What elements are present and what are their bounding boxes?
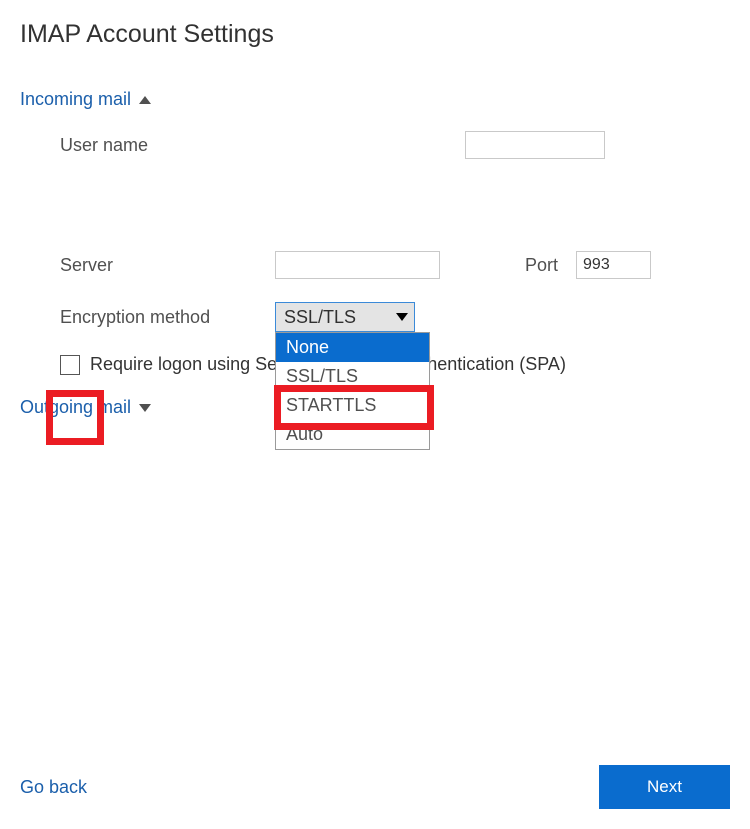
encryption-option-auto[interactable]: Auto	[276, 420, 429, 449]
outgoing-mail-header[interactable]: Outgoing mail	[20, 397, 151, 418]
encryption-label: Encryption method	[60, 307, 275, 328]
encryption-row: Encryption method SSL/TLS None SSL/TLS S…	[60, 302, 730, 332]
next-button[interactable]: Next	[599, 765, 730, 809]
server-row: Server Port	[60, 250, 730, 280]
incoming-mail-label: Incoming mail	[20, 89, 131, 110]
username-input[interactable]	[465, 131, 605, 159]
chevron-up-icon	[139, 96, 151, 104]
encryption-selected-value: SSL/TLS	[276, 303, 388, 331]
page-title: IMAP Account Settings	[0, 0, 750, 49]
port-label: Port	[525, 255, 558, 276]
encryption-option-starttls[interactable]: STARTTLS	[276, 391, 429, 420]
encryption-dropdown: None SSL/TLS STARTTLS Auto	[275, 332, 430, 450]
outgoing-mail-label: Outgoing mail	[20, 397, 131, 418]
spa-checkbox[interactable]	[60, 355, 80, 375]
incoming-mail-form: User name Server Port Encryption method …	[0, 110, 750, 375]
encryption-option-none[interactable]: None	[276, 333, 429, 362]
port-input[interactable]	[576, 251, 651, 279]
username-row: User name	[60, 130, 730, 160]
chevron-down-icon	[139, 404, 151, 412]
server-label: Server	[60, 255, 275, 276]
username-label: User name	[60, 135, 275, 156]
server-input[interactable]	[275, 251, 440, 279]
encryption-select-display[interactable]: SSL/TLS	[275, 302, 415, 332]
incoming-mail-header[interactable]: Incoming mail	[20, 89, 151, 110]
dropdown-arrow-icon	[388, 303, 414, 331]
go-back-link[interactable]: Go back	[20, 777, 87, 798]
footer: Go back Next	[0, 765, 750, 809]
encryption-select[interactable]: SSL/TLS None SSL/TLS STARTTLS Auto	[275, 302, 415, 332]
encryption-option-ssltls[interactable]: SSL/TLS	[276, 362, 429, 391]
